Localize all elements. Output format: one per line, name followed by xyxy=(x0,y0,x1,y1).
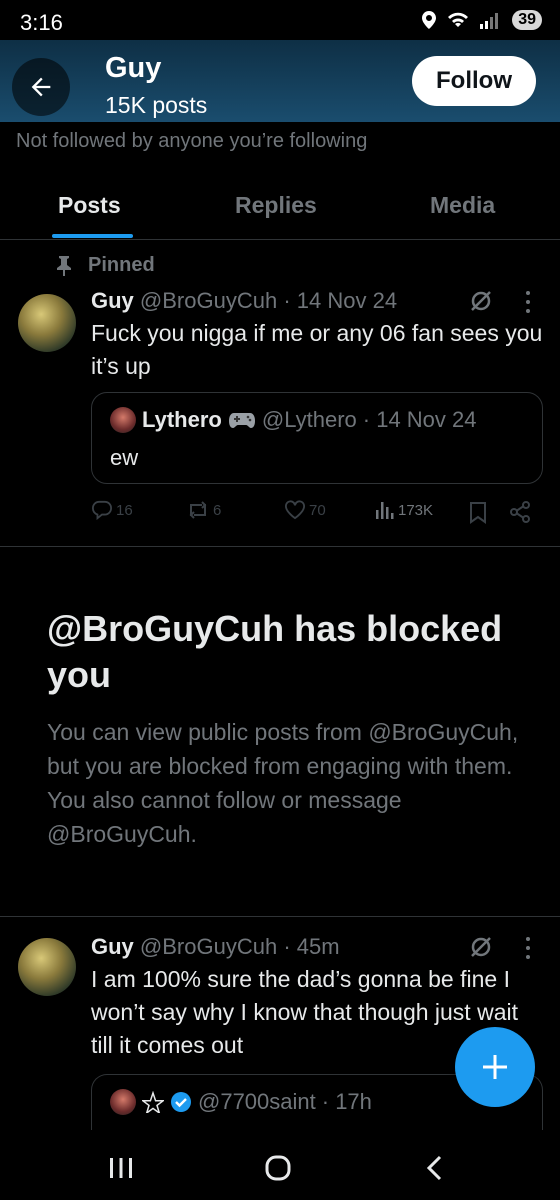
repost-icon xyxy=(189,501,207,519)
tab-replies[interactable]: Replies xyxy=(235,192,317,219)
like-count: 70 xyxy=(309,501,326,519)
tweet-header: Guy @BroGuyCuh · 45m xyxy=(91,934,340,960)
views-count: 173K xyxy=(398,501,434,519)
verified-badge-icon xyxy=(171,1092,191,1112)
pentagram-icon xyxy=(142,1091,164,1113)
divider xyxy=(0,916,560,917)
profile-tabs: Posts Replies Media xyxy=(0,180,560,240)
tab-posts[interactable]: Posts xyxy=(58,192,121,219)
views-icon xyxy=(376,502,394,519)
quote-header: @7700saint · 17h xyxy=(110,1089,372,1115)
quote-avatar xyxy=(110,407,136,433)
status-time: 3:16 xyxy=(20,10,63,35)
home-icon[interactable] xyxy=(264,1154,292,1182)
grok-icon[interactable] xyxy=(468,934,494,960)
quote-text: ew xyxy=(110,445,139,470)
quoted-tweet[interactable]: Lythero @Lythero · 14 Nov 24 ew xyxy=(91,392,543,484)
quote-time: · 17h xyxy=(321,1089,372,1114)
profile-name: Guy xyxy=(105,52,162,84)
author-handle[interactable]: @BroGuyCuh xyxy=(140,288,277,313)
reply-button[interactable]: 16 xyxy=(91,500,133,520)
avatar[interactable] xyxy=(18,294,76,352)
plus-icon xyxy=(483,1055,507,1079)
views-button[interactable]: 173K xyxy=(375,500,433,520)
followed-by-note: Not followed by anyone you’re following xyxy=(16,130,368,152)
signal-icon xyxy=(480,13,499,29)
quote-author-name: Lythero xyxy=(142,407,222,432)
profile-header: Guy 15K posts Follow xyxy=(0,40,560,122)
quote-avatar xyxy=(110,1089,136,1115)
status-bar: 3:16 39 xyxy=(0,0,560,40)
quote-author-handle: @7700saint xyxy=(198,1089,316,1114)
pinned-text: Pinned xyxy=(88,254,155,276)
compose-button[interactable] xyxy=(455,1027,535,1107)
blocked-description: You can view public posts from @BroGuyCu… xyxy=(47,719,519,847)
tab-media[interactable]: Media xyxy=(430,192,495,219)
quote-header: Lythero @Lythero · 14 Nov 24 xyxy=(110,407,477,433)
system-nav-bar xyxy=(0,1130,560,1200)
repost-count: 6 xyxy=(213,501,222,519)
back-nav-icon[interactable] xyxy=(425,1154,443,1182)
author-handle[interactable]: @BroGuyCuh xyxy=(140,934,277,959)
recent-apps-icon[interactable] xyxy=(108,1156,134,1180)
bookmark-icon[interactable] xyxy=(469,502,487,524)
author-name[interactable]: Guy xyxy=(91,934,134,959)
tweet-actions: 16 6 70 173K xyxy=(91,500,541,530)
arrow-left-icon xyxy=(31,77,51,97)
follow-button[interactable]: Follow xyxy=(412,56,536,106)
tweet-text: Fuck you nigga if me or any 06 fan sees … xyxy=(91,320,543,379)
repost-button[interactable]: 6 xyxy=(186,500,221,520)
share-icon[interactable] xyxy=(509,501,531,523)
avatar[interactable] xyxy=(18,938,76,996)
like-button[interactable]: 70 xyxy=(284,500,326,520)
more-options-icon[interactable] xyxy=(518,288,538,316)
heart-icon xyxy=(285,500,305,520)
battery-indicator: 39 xyxy=(512,10,542,30)
tweet-time: · 45m xyxy=(283,934,340,959)
reply-count: 16 xyxy=(116,501,133,519)
active-tab-indicator xyxy=(52,234,133,238)
game-controller-icon xyxy=(228,413,255,428)
quote-author-handle: @Lythero xyxy=(261,407,357,432)
status-icons: 39 xyxy=(422,10,542,30)
location-icon xyxy=(422,11,437,29)
author-name[interactable]: Guy xyxy=(91,288,134,313)
divider xyxy=(0,546,560,547)
blocked-title: @BroGuyCuh has blocked you xyxy=(47,608,503,695)
post-count: 15K posts xyxy=(105,92,208,118)
tweet-header: Guy @BroGuyCuh · 14 Nov 24 xyxy=(91,288,397,314)
more-options-icon[interactable] xyxy=(518,934,538,962)
grok-icon[interactable] xyxy=(468,288,494,314)
quote-time: · 14 Nov 24 xyxy=(362,407,477,432)
pinned-label: Pinned xyxy=(56,254,155,277)
reply-icon xyxy=(91,500,113,520)
pin-icon xyxy=(57,255,71,276)
back-button[interactable] xyxy=(12,58,70,116)
wifi-icon xyxy=(448,12,469,27)
tweet-time: · 14 Nov 24 xyxy=(283,288,398,313)
